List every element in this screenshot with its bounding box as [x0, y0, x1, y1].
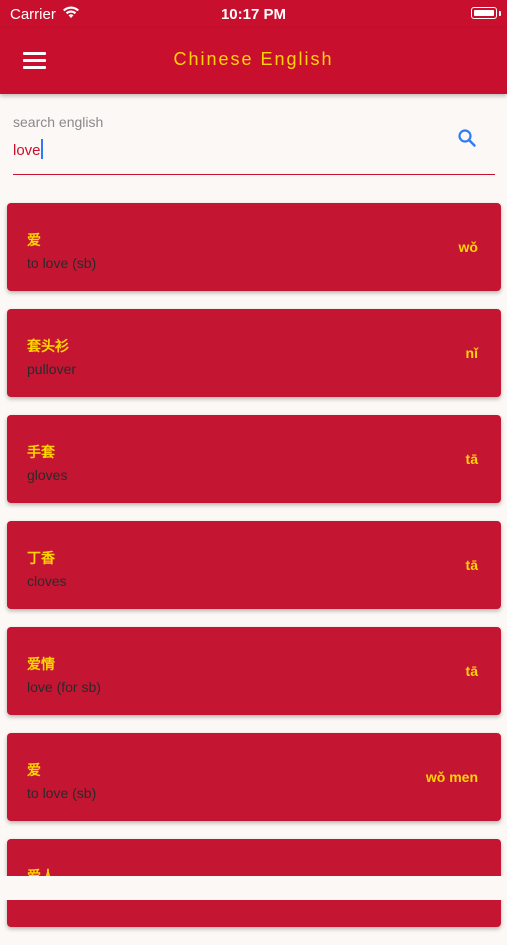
- result-hanzi: 爱情: [27, 656, 55, 672]
- result-english: to love (sb): [27, 785, 97, 801]
- result-pinyin: tā: [465, 451, 478, 467]
- result-english: to love (sb): [27, 255, 97, 271]
- search-icon[interactable]: [457, 128, 477, 148]
- result-hanzi: 丁香: [27, 550, 55, 566]
- text-caret: [41, 139, 43, 159]
- app-bar: Chinese English: [0, 28, 507, 94]
- result-hanzi: 套头衫: [27, 338, 69, 354]
- result-card[interactable]: 爱情 love (for sb) tā: [7, 627, 501, 715]
- status-bar: Carrier 10:17 PM: [0, 0, 507, 28]
- search-field[interactable]: search english: [13, 110, 495, 175]
- result-pinyin: wǒ men: [425, 769, 478, 785]
- result-card[interactable]: 丁香 cloves tā: [7, 521, 501, 609]
- result-hanzi: 爱: [27, 232, 41, 248]
- result-pinyin: nǐ: [465, 345, 478, 361]
- battery-tip: [499, 11, 501, 16]
- result-card[interactable]: 爱 to love (sb) wǒ men: [7, 733, 501, 821]
- app-title: Chinese English: [173, 49, 334, 69]
- status-time: 10:17 PM: [220, 6, 287, 23]
- result-english: cloves: [27, 573, 67, 589]
- result-english: gloves: [27, 467, 68, 483]
- result-pinyin: tā: [465, 557, 478, 573]
- result-english: love (for sb): [27, 679, 101, 695]
- result-card[interactable]: 套头衫 pullover nǐ: [7, 309, 501, 397]
- battery-icon: [471, 7, 497, 19]
- result-pinyin: tā: [465, 663, 478, 679]
- result-card[interactable]: 爱 to love (sb) wǒ: [7, 203, 501, 291]
- result-card[interactable]: 手套 gloves tā: [7, 415, 501, 503]
- result-english: pullover: [27, 361, 77, 377]
- result-hanzi: 爱: [27, 762, 41, 778]
- bottom-safe-area: [0, 876, 507, 900]
- result-hanzi: 手套: [27, 444, 55, 460]
- search-label: search english: [13, 114, 104, 130]
- result-pinyin: wǒ: [458, 239, 478, 255]
- search-input[interactable]: [13, 138, 433, 162]
- results-list: 爱 to love (sb) wǒ 套头衫 pullover nǐ 手套 glo…: [7, 203, 501, 945]
